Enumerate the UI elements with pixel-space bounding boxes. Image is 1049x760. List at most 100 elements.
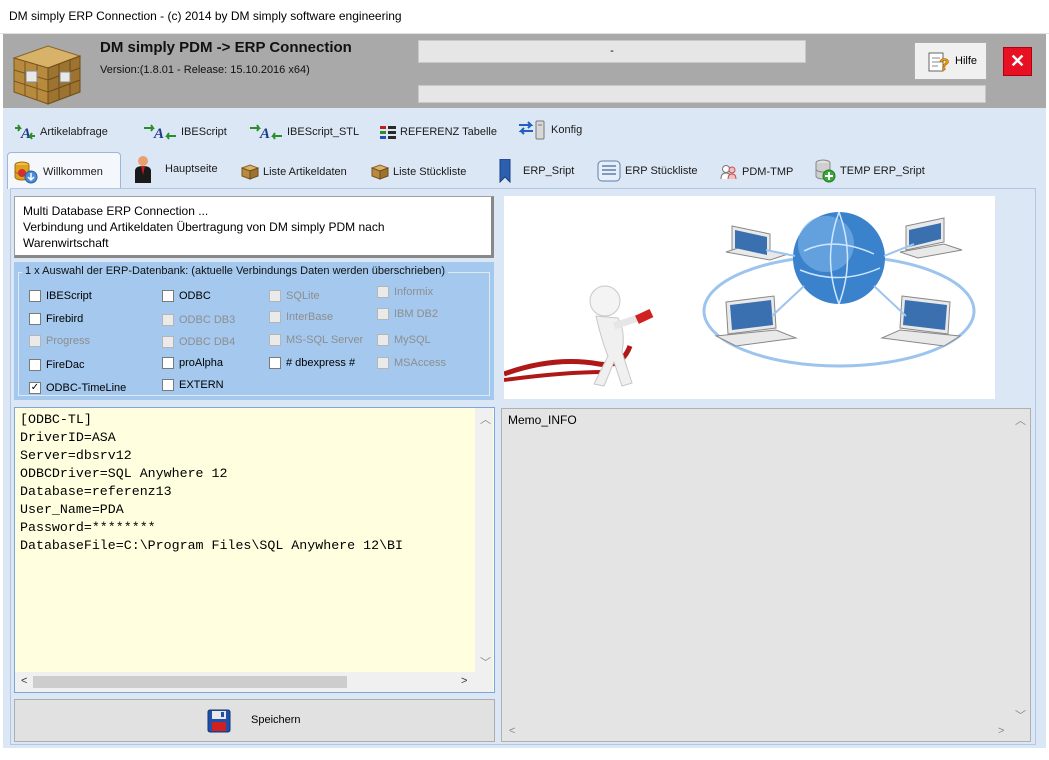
welcome-line: Warenwirtschaft bbox=[23, 236, 109, 250]
database-add-icon bbox=[815, 159, 836, 183]
checkbox-box bbox=[377, 334, 389, 346]
checkbox-box bbox=[162, 379, 174, 391]
info-memo-text: Memo_INFO bbox=[508, 413, 577, 427]
app-name: DM simply PDM -> ERP Connection bbox=[100, 39, 352, 56]
arrows-a-icon: A bbox=[144, 124, 176, 141]
tab-label: TEMP ERP_Sript bbox=[840, 165, 925, 177]
save-button-label: Speichern bbox=[251, 714, 301, 726]
checkbox-label: IBEScript bbox=[46, 290, 92, 302]
toolbar-artikelabfrage[interactable]: A Artikelabfrage bbox=[14, 122, 108, 142]
scroll-down-icon[interactable]: ﹀ bbox=[480, 654, 491, 670]
checkbox-label: MSAccess bbox=[394, 357, 446, 369]
checkbox-label: EXTERN bbox=[179, 379, 224, 391]
checkbox-mysql[interactable]: MySQL bbox=[377, 334, 431, 346]
checkbox-box bbox=[162, 290, 174, 302]
box-icon bbox=[241, 164, 259, 180]
tab-liste-stueckliste[interactable]: Liste Stückliste bbox=[371, 161, 466, 183]
checkbox-dbexpress[interactable]: # dbexpress # bbox=[269, 357, 355, 369]
scroll-left-icon[interactable]: < bbox=[21, 675, 27, 687]
checkbox-ibm-db2[interactable]: IBM DB2 bbox=[377, 308, 438, 320]
connection-config-memo[interactable]: [ODBC-TL] DriverID=ASA Server=dbsrv12 OD… bbox=[14, 407, 495, 693]
tab-label: ERP_Sript bbox=[523, 165, 575, 177]
svg-text:A: A bbox=[259, 126, 270, 141]
svg-text:A: A bbox=[20, 126, 31, 141]
checkbox-box bbox=[269, 357, 281, 369]
checkbox-ibescript[interactable]: IBEScript bbox=[29, 290, 92, 302]
toolbar-referenz-tabelle[interactable]: REFERENZ Tabelle bbox=[380, 122, 497, 142]
checkbox-label: ODBC DB3 bbox=[179, 314, 236, 326]
checkbox-label: Progress bbox=[46, 335, 91, 347]
toolbar-konfig[interactable]: Konfig bbox=[517, 120, 582, 140]
toolbar-label: IBEScript_STL bbox=[287, 126, 360, 138]
scroll-up-icon[interactable]: ︿ bbox=[480, 411, 491, 427]
checkbox-box bbox=[269, 334, 281, 346]
checkbox-odbc-db4[interactable]: ODBC DB4 bbox=[162, 336, 235, 348]
toolbar-label: Konfig bbox=[551, 124, 583, 136]
scrollbar-thumb[interactable] bbox=[33, 676, 347, 688]
database-user-icon bbox=[14, 161, 38, 184]
tab-label: Willkommen bbox=[43, 166, 103, 178]
tab-hauptseite[interactable]: Hauptseite bbox=[133, 156, 218, 183]
info-memo[interactable]: Memo_INFO ︿ ﹀ < > bbox=[501, 408, 1031, 742]
status-field: - bbox=[418, 40, 806, 63]
checkmark-icon: ✓ bbox=[29, 382, 41, 394]
svg-text:A: A bbox=[153, 126, 164, 141]
app-logo-icon bbox=[10, 40, 84, 106]
toolbar-label: REFERENZ Tabelle bbox=[400, 126, 497, 138]
tab-label: PDM-TMP bbox=[742, 166, 794, 178]
checkbox-proalpha[interactable]: proAlpha bbox=[162, 357, 223, 369]
memo-vertical-scrollbar[interactable]: ︿ ﹀ bbox=[475, 408, 493, 672]
tab-willkommen[interactable]: Willkommen bbox=[13, 161, 103, 184]
tab-pdm-tmp[interactable]: PDM-TMP bbox=[720, 161, 793, 183]
checkbox-interbase[interactable]: InterBase bbox=[269, 311, 333, 323]
checkbox-mssql-server[interactable]: MS-SQL Server bbox=[269, 334, 363, 346]
tab-erp-stueckliste[interactable]: ERP Stückliste bbox=[597, 160, 698, 182]
checkbox-progress[interactable]: Progress bbox=[29, 335, 90, 347]
scroll-down-icon[interactable]: ﹀ bbox=[1015, 707, 1026, 723]
checkbox-msaccess[interactable]: MSAccess bbox=[377, 357, 446, 369]
checkbox-label: proAlpha bbox=[179, 357, 224, 369]
checkbox-odbc-timeline[interactable]: ✓ ODBC-TimeLine bbox=[29, 382, 126, 394]
checkbox-label: Firebird bbox=[46, 313, 84, 325]
checkbox-extern[interactable]: EXTERN bbox=[162, 379, 224, 391]
checkbox-label: ODBC bbox=[179, 290, 211, 302]
scroll-left-icon[interactable]: < bbox=[509, 725, 515, 737]
save-button[interactable]: Speichern bbox=[14, 699, 495, 742]
toolbar-label: Artikelabfrage bbox=[40, 126, 108, 138]
checkbox-firedac[interactable]: FireDac bbox=[29, 359, 85, 371]
window-title: DM simply ERP Connection - (c) 2014 by D… bbox=[9, 9, 402, 23]
checkbox-box bbox=[377, 308, 389, 320]
checkbox-label: FireDac bbox=[46, 359, 85, 371]
checkbox-box bbox=[377, 357, 389, 369]
memo-text[interactable]: [ODBC-TL] DriverID=ASA Server=dbsrv12 OD… bbox=[20, 411, 475, 671]
checkbox-box bbox=[162, 314, 174, 326]
tab-label: ERP Stückliste bbox=[625, 165, 698, 177]
scroll-right-icon[interactable]: > bbox=[461, 675, 467, 687]
scroll-right-icon[interactable]: > bbox=[998, 725, 1004, 737]
checkbox-firebird[interactable]: Firebird bbox=[29, 313, 83, 325]
tab-label: Hauptseite bbox=[165, 163, 218, 175]
floppy-disk-icon bbox=[207, 709, 231, 736]
close-button[interactable]: ✕ bbox=[1003, 47, 1032, 76]
tab-temp-erp-sript[interactable]: TEMP ERP_Sript bbox=[814, 159, 925, 183]
toolbar-ibescript-stl[interactable]: A IBEScript_STL bbox=[249, 122, 359, 142]
checkbox-sqlite[interactable]: SQLite bbox=[269, 290, 320, 302]
users-icon bbox=[720, 165, 737, 180]
checkbox-box bbox=[29, 290, 41, 302]
checkbox-label: InterBase bbox=[286, 311, 334, 323]
welcome-panel: Multi Database ERP Connection ... Verbin… bbox=[14, 196, 494, 258]
toolbar-ibescript[interactable]: A IBEScript bbox=[143, 122, 227, 142]
list-document-icon bbox=[597, 160, 621, 182]
close-icon: ✕ bbox=[1009, 51, 1026, 71]
checkbox-odbc-db3[interactable]: ODBC DB3 bbox=[162, 314, 235, 326]
checkbox-box bbox=[377, 286, 389, 298]
tab-liste-artikeldaten[interactable]: Liste Artikeldaten bbox=[241, 161, 347, 183]
tab-erp-sript[interactable]: ERP_Sript bbox=[499, 159, 575, 183]
group-caption: 1 x Auswahl der ERP-Datenbank: (aktuelle… bbox=[22, 265, 449, 277]
checkbox-odbc[interactable]: ODBC bbox=[162, 290, 211, 302]
version-label: Version:(1.8.01 - Release: 15.10.2016 x6… bbox=[100, 64, 310, 76]
scroll-up-icon[interactable]: ︿ bbox=[1015, 412, 1026, 428]
help-button[interactable]: ? Hilfe bbox=[914, 42, 987, 80]
checkbox-informix[interactable]: Informix bbox=[377, 286, 433, 298]
checkbox-label: # dbexpress # bbox=[286, 357, 356, 369]
